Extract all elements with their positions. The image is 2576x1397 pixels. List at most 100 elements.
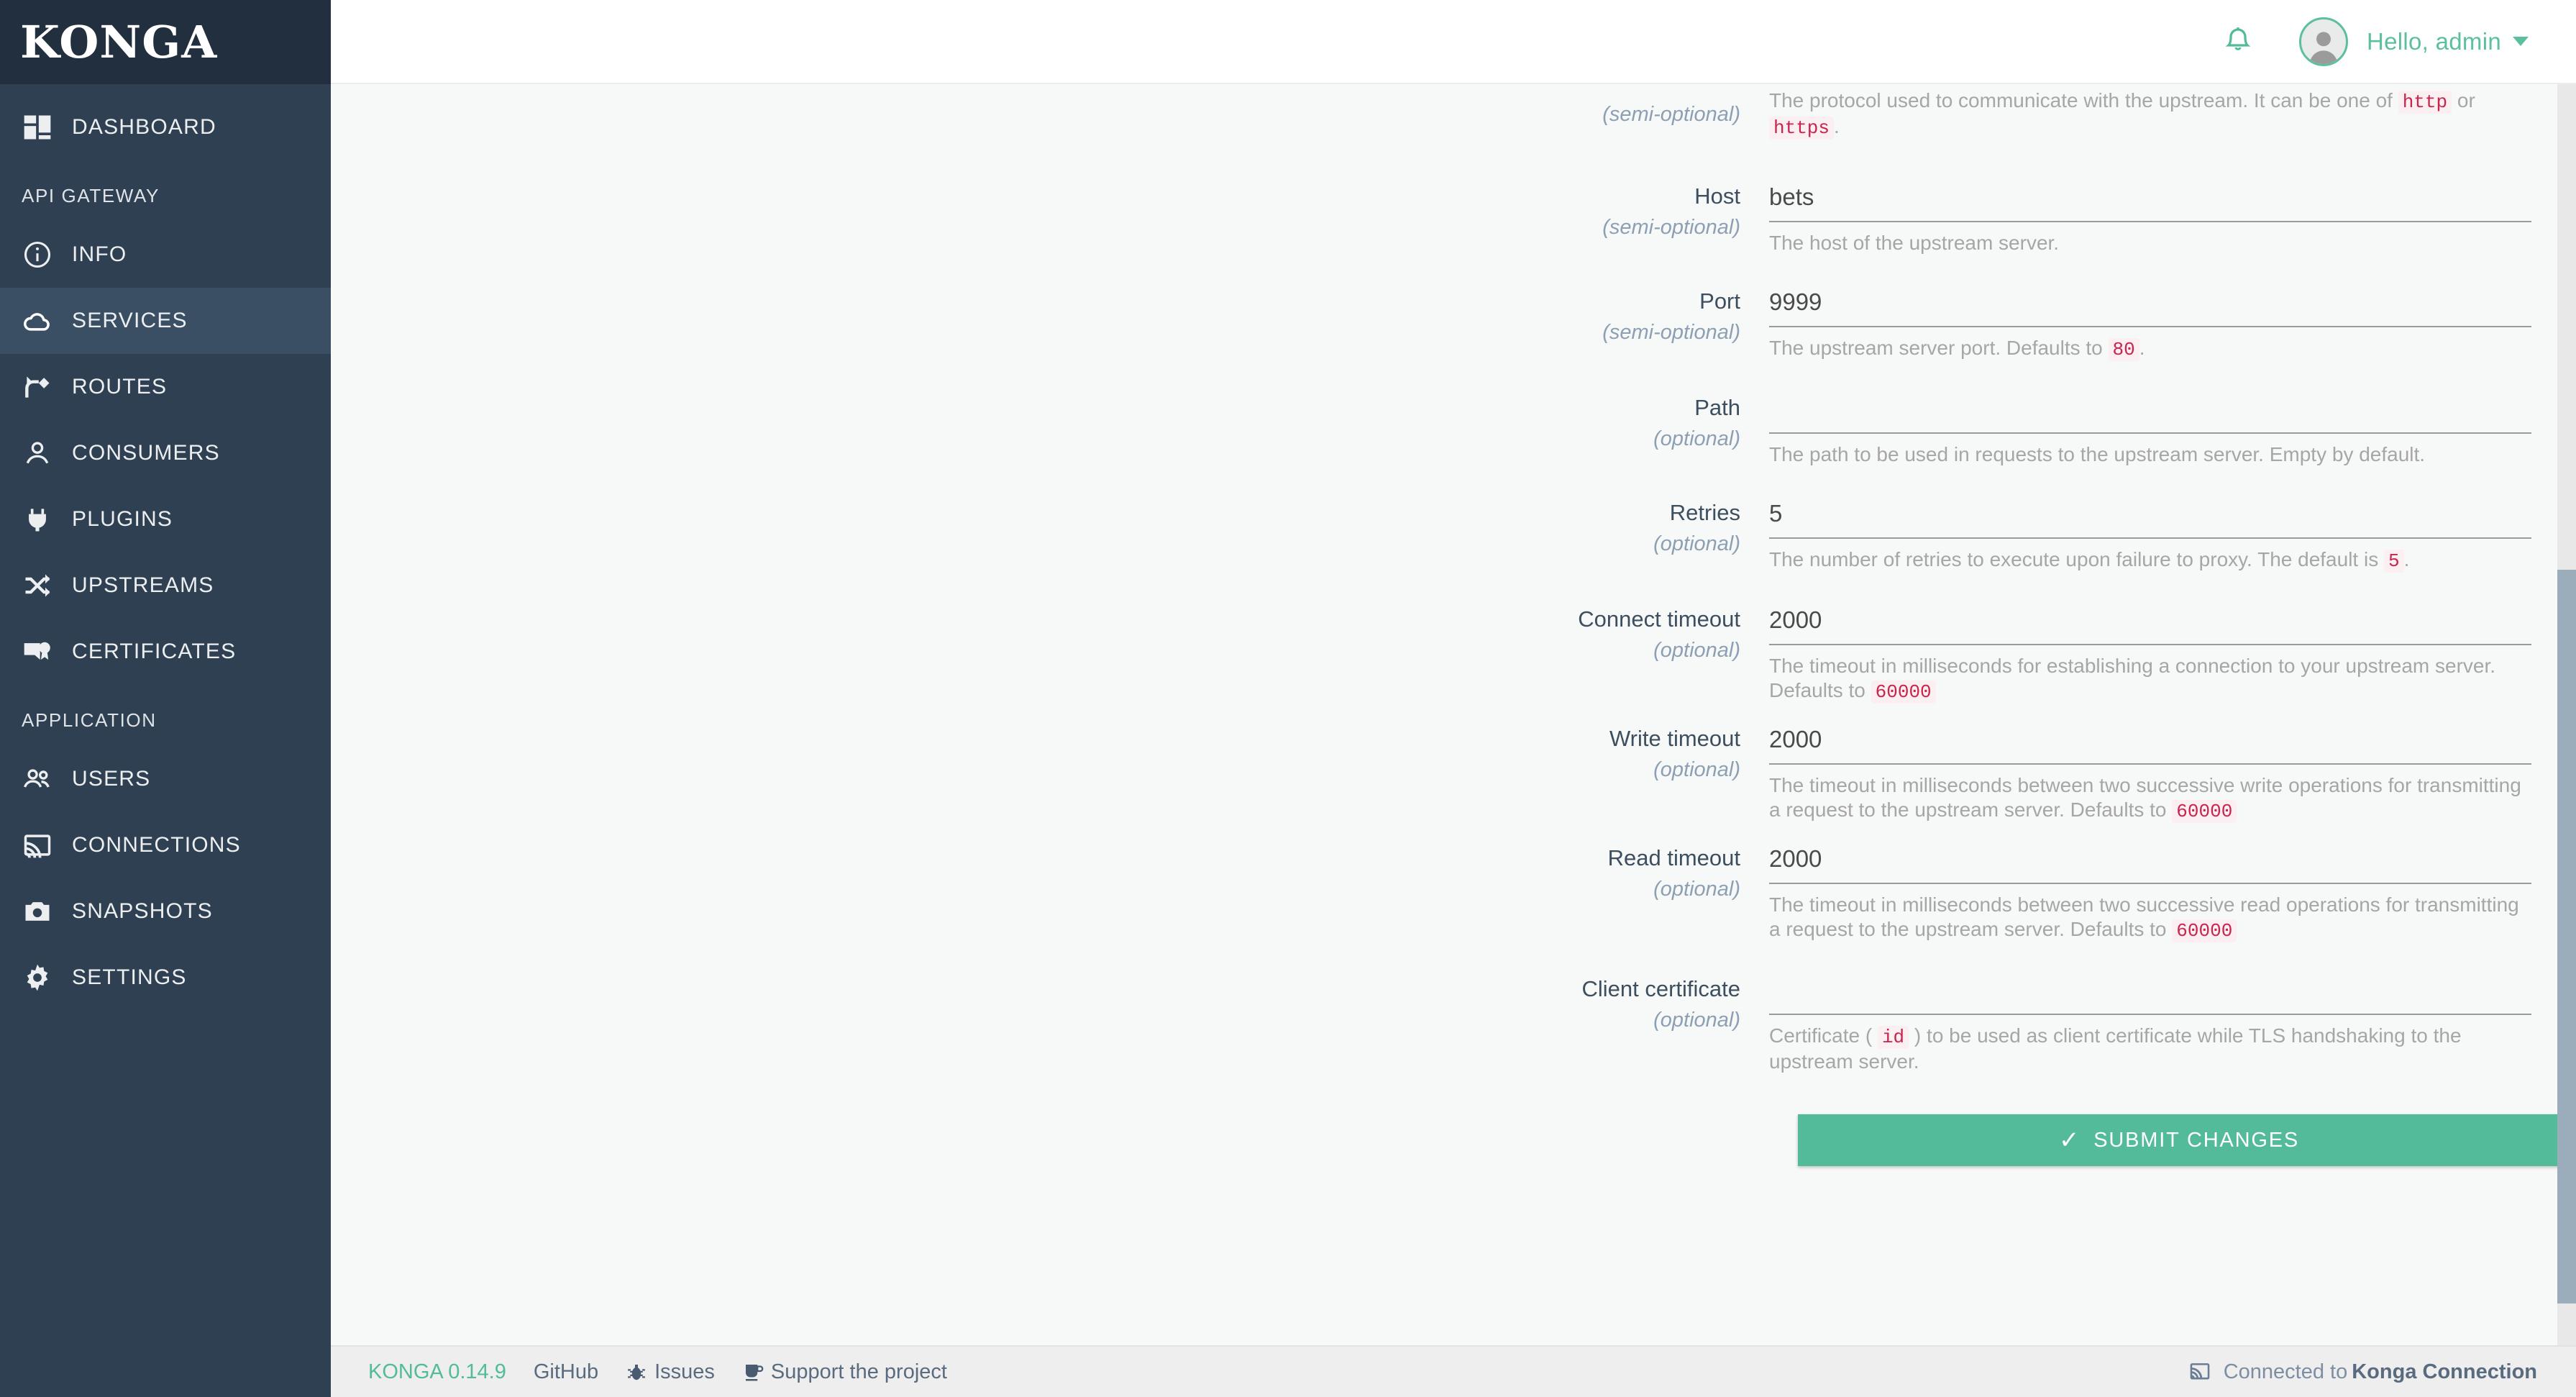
submit-changes-button[interactable]: ✓ SUBMIT CHANGES: [1798, 1114, 2560, 1166]
github-link[interactable]: GitHub: [534, 1360, 598, 1384]
field-host: Host (semi-optional) The host of the ups…: [331, 182, 2576, 255]
help-post: .: [2404, 548, 2410, 570]
write-timeout-input[interactable]: [1769, 724, 2531, 765]
sidebar-item-upstreams[interactable]: UPSTREAMS: [0, 552, 331, 619]
field-input-column: The path to be used in requests to the u…: [1769, 393, 2531, 467]
client-certificate-input[interactable]: [1769, 975, 2531, 1015]
help-code: 60000: [2172, 919, 2237, 942]
cloud-icon: [22, 305, 66, 337]
vertical-scrollbar[interactable]: [2557, 84, 2576, 1345]
form-scroll-region[interactable]: (semi-optional) The protocol used to com…: [331, 84, 2576, 1345]
field-label: Retries: [331, 499, 1740, 527]
connection-status: Connected to Konga Connection: [2188, 1360, 2537, 1384]
field-write-timeout: Write timeout (optional) The timeout in …: [331, 724, 2576, 824]
field-optional-tag: (optional): [331, 873, 1740, 906]
service-form: (semi-optional) The protocol used to com…: [331, 84, 2576, 1166]
field-help-text: The number of retries to execute upon fa…: [1769, 547, 2530, 573]
bell-icon[interactable]: [2221, 25, 2255, 58]
sidebar-nav: DASHBOARD API GATEWAY INFO SERVICES: [0, 94, 331, 1011]
field-optional-tag: (semi-optional): [331, 316, 1740, 349]
field-optional-tag: (semi-optional): [331, 103, 1740, 126]
help-pre: The timeout in milliseconds between two …: [1769, 893, 2519, 940]
camera-icon: [22, 896, 66, 927]
sidebar-item-label: CONSUMERS: [72, 441, 220, 465]
field-path: Path (optional) The path to be used in r…: [331, 393, 2576, 467]
help-pre: The protocol used to communicate with th…: [1769, 89, 2398, 112]
field-label-column: Host (semi-optional): [331, 182, 1769, 244]
sidebar-item-connections[interactable]: CONNECTIONS: [0, 812, 331, 878]
field-label-column: Write timeout (optional): [331, 724, 1769, 786]
submit-button-label: SUBMIT CHANGES: [2093, 1129, 2299, 1152]
sidebar-item-settings[interactable]: SETTINGS: [0, 945, 331, 1011]
host-input[interactable]: [1769, 182, 2531, 222]
field-help-text: The timeout in milliseconds between two …: [1769, 893, 2530, 943]
sidebar-item-users[interactable]: USERS: [0, 746, 331, 812]
field-label-column: (semi-optional): [331, 84, 1769, 126]
sidebar-section-api-gateway: API GATEWAY: [0, 160, 331, 222]
chevron-down-icon[interactable]: [2513, 37, 2529, 46]
field-optional-tag: (optional): [331, 422, 1740, 455]
support-link-label: Support the project: [771, 1360, 947, 1384]
connect-timeout-input[interactable]: [1769, 605, 2531, 645]
field-input-column: The timeout in milliseconds between two …: [1769, 724, 2531, 824]
sidebar-item-consumers[interactable]: CONSUMERS: [0, 420, 331, 486]
konga-logo: KONGA: [20, 16, 217, 68]
check-icon: ✓: [2059, 1128, 2081, 1152]
sidebar-item-certificates[interactable]: CERTIFICATES: [0, 619, 331, 685]
sidebar-item-label: UPSTREAMS: [72, 573, 214, 598]
sidebar-item-label: SETTINGS: [72, 965, 187, 990]
sidebar-item-label: ROUTES: [72, 375, 167, 399]
retries-input[interactable]: [1769, 499, 2531, 539]
certificate-ribbon-icon: [22, 636, 66, 668]
user-menu[interactable]: Hello, admin: [2299, 17, 2529, 66]
field-label: Connect timeout: [331, 605, 1740, 634]
port-input[interactable]: [1769, 287, 2531, 327]
sidebar-item-label: CONNECTIONS: [72, 833, 241, 857]
path-input[interactable]: [1769, 393, 2531, 434]
field-label: Port: [331, 287, 1740, 316]
field-label-column: Path (optional): [331, 393, 1769, 455]
footer: KONGA 0.14.9 GitHub Issues Support the p…: [331, 1345, 2576, 1397]
connected-prefix: Connected to: [2224, 1360, 2348, 1384]
topbar: Hello, admin: [331, 0, 2576, 84]
field-help-text: The upstream server port. Defaults to 80…: [1769, 336, 2530, 362]
field-input-column: The timeout in milliseconds for establis…: [1769, 605, 2531, 704]
field-label-column: Retries (optional): [331, 499, 1769, 560]
field-label: Client certificate: [331, 975, 1740, 1004]
help-pre: The upstream server port. Defaults to: [1769, 337, 2109, 359]
avatar: [2299, 17, 2348, 66]
field-optional-tag: (optional): [331, 1004, 1740, 1037]
version-label: KONGA 0.14.9: [368, 1360, 506, 1384]
logo-container[interactable]: KONGA: [0, 0, 331, 84]
sidebar-item-label: INFO: [72, 242, 127, 267]
sidebar-item-services[interactable]: SERVICES: [0, 288, 331, 354]
help-code-http: http: [2398, 91, 2452, 114]
sidebar-item-info[interactable]: INFO: [0, 222, 331, 288]
shuffle-arrows-icon: [22, 570, 66, 601]
sidebar: KONGA DASHBOARD API GATEWAY INFO: [0, 0, 331, 1397]
field-optional-tag: (optional): [331, 753, 1740, 786]
konga-admin-app: KONGA DASHBOARD API GATEWAY INFO: [0, 0, 2576, 1397]
sidebar-item-routes[interactable]: ROUTES: [0, 354, 331, 420]
field-help-text: Certificate ( id ) to be used as client …: [1769, 1024, 2530, 1074]
issues-link[interactable]: Issues: [626, 1360, 715, 1384]
field-optional-tag: (optional): [331, 634, 1740, 667]
sidebar-item-plugins[interactable]: PLUGINS: [0, 486, 331, 552]
field-label: Write timeout: [331, 724, 1740, 753]
field-protocol-partial: (semi-optional) The protocol used to com…: [331, 84, 2576, 140]
field-label: Host: [331, 182, 1740, 211]
scrollbar-thumb[interactable]: [2557, 570, 2576, 1303]
sidebar-item-label: USERS: [72, 767, 150, 791]
sidebar-item-snapshots[interactable]: SNAPSHOTS: [0, 878, 331, 945]
cast-connection-icon: [2188, 1360, 2212, 1384]
field-help-text: The timeout in milliseconds between two …: [1769, 773, 2530, 824]
read-timeout-input[interactable]: [1769, 844, 2531, 884]
support-link[interactable]: Support the project: [742, 1360, 947, 1384]
field-help-text: The host of the upstream server.: [1769, 231, 2530, 255]
field-label-column: Connect timeout (optional): [331, 605, 1769, 667]
sidebar-section-application: APPLICATION: [0, 685, 331, 746]
field-input-column: The host of the upstream server.: [1769, 182, 2531, 255]
sidebar-item-dashboard[interactable]: DASHBOARD: [0, 94, 331, 160]
field-retries: Retries (optional) The number of retries…: [331, 499, 2576, 573]
help-pre: Certificate (: [1769, 1024, 1878, 1047]
